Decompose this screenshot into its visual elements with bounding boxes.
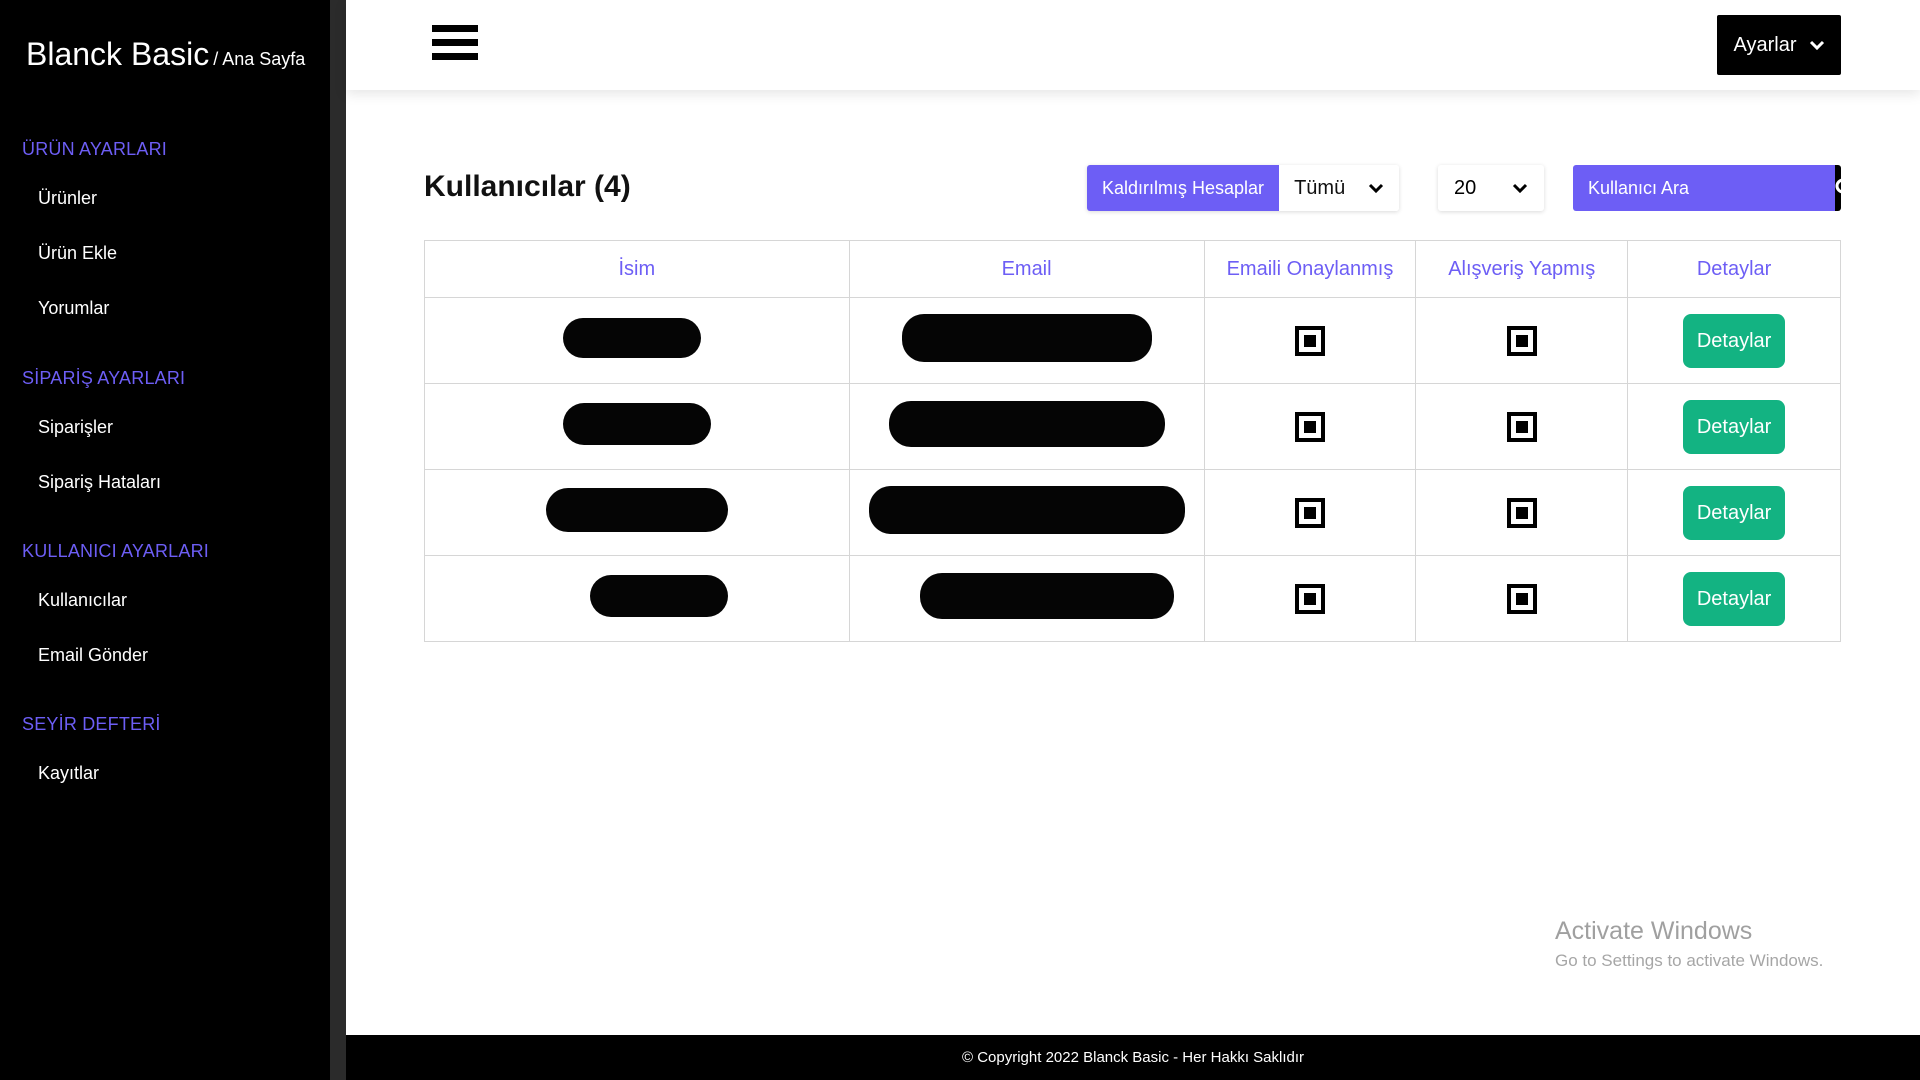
nav-section-product-settings: ÜRÜN AYARLARI <box>22 139 167 159</box>
email-verified-cell <box>1203 469 1417 556</box>
has-purchased-checkbox[interactable] <box>1506 411 1537 442</box>
has-purchased-cell <box>1415 469 1629 556</box>
settings-dropdown-button[interactable]: Ayarlar <box>1717 15 1841 75</box>
column-header-has-purchased[interactable]: Alışveriş Yapmış <box>1415 240 1629 298</box>
page-title: Kullanıcılar (4) <box>424 170 631 203</box>
table-row: Detaylar <box>424 383 1841 470</box>
sidebar-item-reviews[interactable]: Yorumlar <box>38 298 109 319</box>
redacted-email <box>888 401 1165 447</box>
column-header-details[interactable]: Detaylar <box>1627 240 1841 298</box>
page-size-select[interactable]: 20 <box>1438 165 1544 211</box>
removed-accounts-filter: Kaldırılmış Hesaplar Tümü <box>1087 165 1400 211</box>
sidebar-item-orders[interactable]: Siparişler <box>38 417 113 438</box>
redacted-name <box>589 575 728 617</box>
users-table: İsim Email Emaili Onaylanmış Alışveriş Y… <box>424 240 1841 642</box>
user-search <box>1573 165 1841 211</box>
nav-section-user-settings: KULLANICI AYARLARI <box>22 541 210 561</box>
email-verified-checkbox[interactable] <box>1294 497 1325 528</box>
details-cell: Detaylar <box>1627 383 1841 470</box>
user-search-input[interactable] <box>1573 165 1835 211</box>
details-button[interactable]: Detaylar <box>1682 313 1786 368</box>
brand[interactable]: Blanck Basic / Ana Sayfa <box>26 36 305 73</box>
name-cell <box>424 297 850 384</box>
sidebar: Blanck Basic / Ana Sayfa ÜRÜN AYARLARI Ür… <box>0 0 330 1080</box>
redacted-email <box>901 314 1152 362</box>
has-purchased-checkbox[interactable] <box>1506 497 1537 528</box>
chevron-down-icon <box>1512 183 1528 193</box>
sidebar-item-products[interactable]: Ürünler <box>38 188 97 209</box>
details-cell: Detaylar <box>1627 469 1841 556</box>
table-header-row: İsim Email Emaili Onaylanmış Alışveriş Y… <box>424 240 1841 298</box>
nav-section-order-settings: SİPARİŞ AYARLARI <box>22 368 186 388</box>
settings-label: Ayarlar <box>1733 33 1797 56</box>
email-verified-cell <box>1203 297 1417 384</box>
details-button[interactable]: Detaylar <box>1682 571 1786 626</box>
activation-watermark-subtitle: Go to Settings to activate Windows. <box>1555 951 1824 970</box>
column-header-email-verified[interactable]: Emaili Onaylanmış <box>1203 240 1417 298</box>
name-cell <box>424 469 850 556</box>
page-size-value: 20 <box>1454 176 1477 199</box>
topbar: Ayarlar <box>346 0 1920 90</box>
has-purchased-checkbox[interactable] <box>1506 583 1537 614</box>
chevron-down-icon <box>1369 183 1384 193</box>
breadcrumb: / Ana Sayfa <box>213 49 306 69</box>
sidebar-item-logs[interactable]: Kayıtlar <box>38 763 99 784</box>
name-cell <box>424 383 850 470</box>
filter-label: Kaldırılmış Hesaplar <box>1087 165 1280 211</box>
has-purchased-cell <box>1415 383 1629 470</box>
brand-name: Blanck Basic <box>26 36 210 72</box>
column-header-email[interactable]: Email <box>848 240 1205 298</box>
removed-accounts-select[interactable]: Tümü <box>1279 165 1400 211</box>
chevron-down-icon <box>1809 40 1824 50</box>
details-cell: Detaylar <box>1627 297 1841 384</box>
column-header-name[interactable]: İsim <box>424 240 850 298</box>
copyright-text: © Copyright 2022 Blanck Basic - Her Hakk… <box>961 1049 1305 1066</box>
redacted-email <box>868 486 1185 534</box>
search-icon <box>1835 178 1841 194</box>
sidebar-item-send-email[interactable]: Email Gönder <box>38 645 148 666</box>
redacted-name <box>545 488 728 532</box>
details-cell: Detaylar <box>1627 555 1841 642</box>
name-cell <box>424 555 850 642</box>
activation-watermark-title: Activate Windows <box>1555 917 1753 945</box>
email-verified-checkbox[interactable] <box>1294 411 1325 442</box>
redacted-name <box>562 318 701 358</box>
email-cell <box>848 469 1205 556</box>
sidebar-item-add-product[interactable]: Ürün Ekle <box>38 243 117 264</box>
table-row: Detaylar <box>424 469 1841 556</box>
email-verified-checkbox[interactable] <box>1294 583 1325 614</box>
footer: © Copyright 2022 Blanck Basic - Her Hakk… <box>346 1035 1920 1080</box>
email-verified-cell <box>1203 383 1417 470</box>
sidebar-scroll-edge <box>330 0 346 1080</box>
sidebar-item-users[interactable]: Kullanıcılar <box>38 590 127 611</box>
has-purchased-checkbox[interactable] <box>1506 325 1537 356</box>
filter-selected-value: Tümü <box>1294 176 1346 199</box>
details-button[interactable]: Detaylar <box>1682 399 1786 454</box>
table-row: Detaylar <box>424 555 1841 642</box>
has-purchased-cell <box>1415 297 1629 384</box>
redacted-name <box>562 403 711 445</box>
hamburger-icon[interactable] <box>432 25 478 65</box>
details-button[interactable]: Detaylar <box>1682 485 1786 540</box>
email-verified-checkbox[interactable] <box>1294 325 1325 356</box>
sidebar-item-order-errors[interactable]: Sipariş Hataları <box>38 472 161 493</box>
has-purchased-cell <box>1415 555 1629 642</box>
table-row: Detaylar <box>424 297 1841 384</box>
email-cell <box>848 297 1205 384</box>
email-cell <box>848 555 1205 642</box>
email-verified-cell <box>1203 555 1417 642</box>
redacted-email <box>919 573 1174 619</box>
email-cell <box>848 383 1205 470</box>
search-button[interactable] <box>1835 165 1841 211</box>
nav-section-logbook: SEYİR DEFTERİ <box>22 714 161 734</box>
